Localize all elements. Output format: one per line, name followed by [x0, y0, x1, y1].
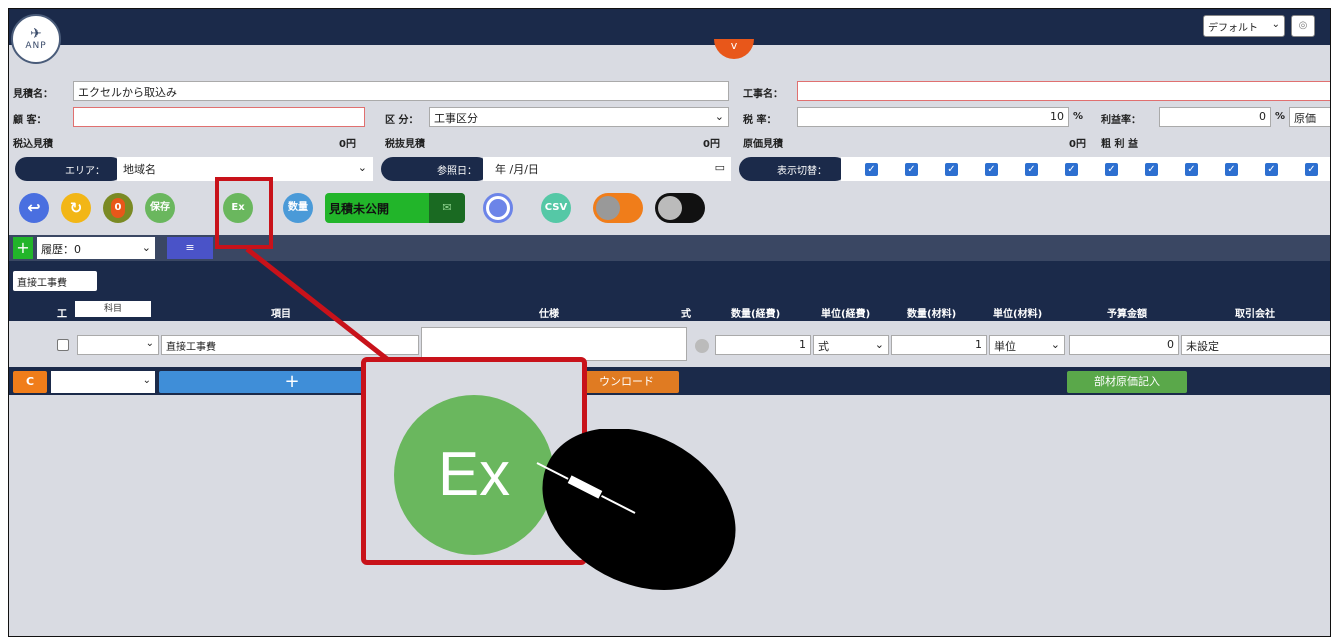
- app-logo[interactable]: ✈ ANP: [11, 14, 61, 64]
- logo-text: ANP: [25, 41, 47, 51]
- logo-mark-icon: ✈: [30, 26, 42, 42]
- mouse-icon: [536, 429, 736, 591]
- app-window: ✈ ANP デフォルト ⌄ ◎ v 見積名： エクセルから取込み 工事名： 顧 …: [8, 8, 1331, 637]
